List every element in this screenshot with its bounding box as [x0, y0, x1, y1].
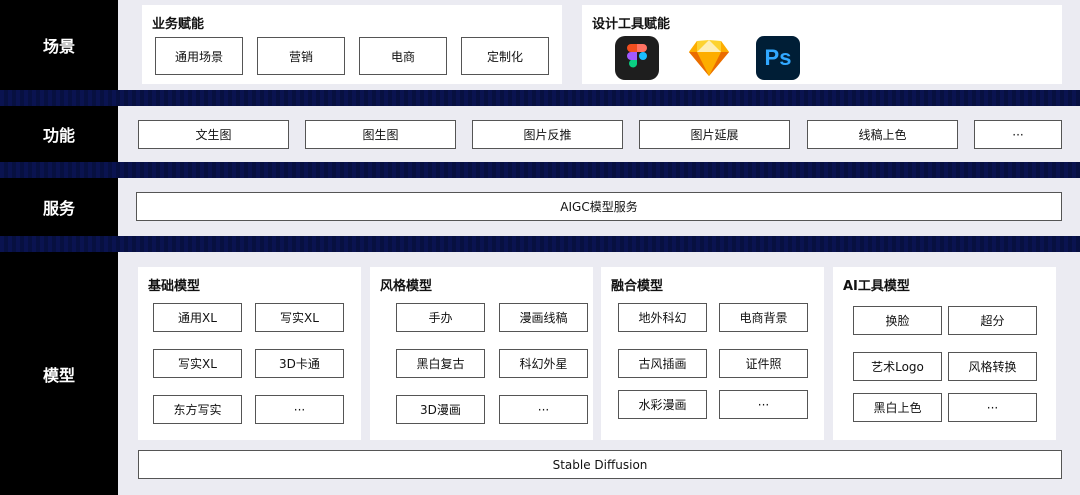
business-item: 电商	[359, 37, 447, 75]
model-item: 地外科幻	[618, 303, 707, 332]
sketch-icon	[689, 40, 729, 76]
model-item: 水彩漫画	[618, 390, 707, 419]
model-panel: 基础模型 通用XL 写实XL 写实XL 3D卡通 东方写实 ··· 风格模型 手…	[118, 252, 1080, 495]
design-title: 设计工具赋能	[592, 17, 671, 32]
model-item: 古风插画	[618, 349, 707, 378]
model-item-more: ···	[255, 395, 344, 424]
row-label-function: 功能	[0, 106, 118, 162]
row-label-service: 服务	[0, 178, 118, 236]
service-panel: AIGC模型服务	[118, 178, 1080, 236]
model-item: 漫画线稿	[499, 303, 588, 332]
model-item: 电商背景	[719, 303, 808, 332]
model-item: 3D漫画	[396, 395, 485, 424]
model-group: 基础模型 通用XL 写实XL 写实XL 3D卡通 东方写实 ···	[138, 267, 361, 440]
model-group-title: 风格模型	[380, 279, 433, 294]
model-item: 写实XL	[255, 303, 344, 332]
model-item: 手办	[396, 303, 485, 332]
row-divider	[0, 90, 1080, 106]
business-card: 业务赋能 通用场景 营销 电商 定制化	[142, 5, 562, 84]
photoshop-icon-text: Ps	[764, 45, 792, 70]
function-item: 线稿上色	[807, 120, 958, 149]
row-divider	[0, 236, 1080, 252]
function-item: 图生图	[305, 120, 456, 149]
scene-panel: 业务赋能 通用场景 营销 电商 定制化 设计工具赋能 Ps	[118, 0, 1080, 90]
model-item: 艺术Logo	[853, 352, 942, 381]
model-item: 风格转换	[948, 352, 1037, 381]
row-label-model: 模型	[0, 252, 118, 495]
model-item: 东方写实	[153, 395, 242, 424]
model-item: 通用XL	[153, 303, 242, 332]
model-item: 黑白复古	[396, 349, 485, 378]
row-label-scene: 场景	[0, 0, 118, 90]
photoshop-icon: Ps	[756, 36, 800, 80]
business-title: 业务赋能	[152, 17, 205, 32]
model-item: 证件照	[719, 349, 808, 378]
model-item: 黑白上色	[853, 393, 942, 422]
function-item-more: ···	[974, 120, 1062, 149]
model-group: AI工具模型 换脸 超分 艺术Logo 风格转换 黑白上色 ···	[833, 267, 1056, 440]
model-item: 3D卡通	[255, 349, 344, 378]
function-item: 图片反推	[472, 120, 623, 149]
design-card: 设计工具赋能 Ps	[582, 5, 1062, 84]
business-item: 营销	[257, 37, 345, 75]
model-item-more: ···	[719, 390, 808, 419]
model-item: 超分	[948, 306, 1037, 335]
function-item: 文生图	[138, 120, 289, 149]
model-item: 科幻外星	[499, 349, 588, 378]
model-item: 写实XL	[153, 349, 242, 378]
model-group-title: 融合模型	[611, 279, 664, 294]
row-divider	[0, 162, 1080, 178]
base-model: Stable Diffusion	[138, 450, 1062, 479]
model-group-title: AI工具模型	[843, 279, 910, 294]
model-item-more: ···	[948, 393, 1037, 422]
model-group: 融合模型 地外科幻 电商背景 古风插画 证件照 水彩漫画 ···	[601, 267, 824, 440]
function-item: 图片延展	[639, 120, 790, 149]
business-item: 通用场景	[155, 37, 243, 75]
service-item: AIGC模型服务	[136, 192, 1062, 221]
model-group: 风格模型 手办 漫画线稿 黑白复古 科幻外星 3D漫画 ···	[370, 267, 593, 440]
figma-icon	[615, 36, 659, 80]
model-item-more: ···	[499, 395, 588, 424]
business-item: 定制化	[461, 37, 549, 75]
function-panel: 文生图 图生图 图片反推 图片延展 线稿上色 ···	[118, 106, 1080, 162]
model-group-title: 基础模型	[148, 279, 201, 294]
model-item: 换脸	[853, 306, 942, 335]
